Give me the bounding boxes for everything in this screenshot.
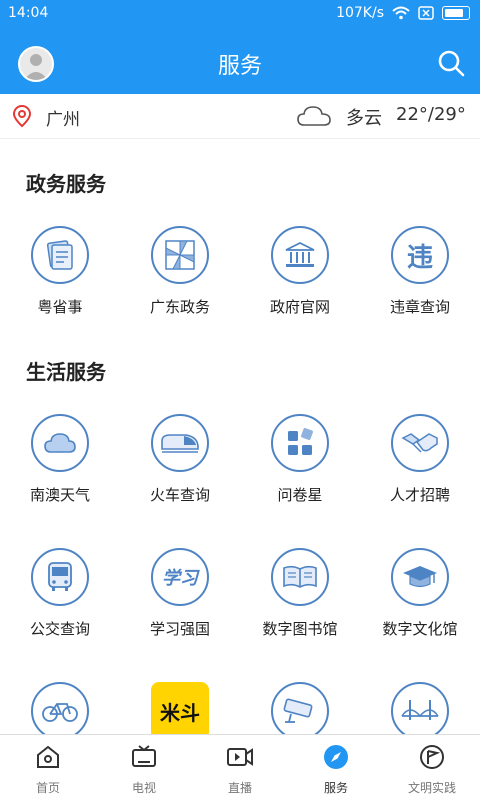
city-name[interactable]: 广州	[46, 105, 80, 130]
bicycle-icon	[31, 682, 89, 734]
government-building-icon	[271, 226, 329, 284]
wifi-icon	[392, 6, 410, 20]
service-label: 公交查询	[29, 620, 90, 638]
service-tile-digital-culture-center[interactable]: 数字文化馆	[360, 548, 480, 639]
home-icon	[37, 745, 59, 768]
service-tile-wenjuanxing[interactable]: 问卷星	[240, 414, 360, 505]
service-tile-recruitment[interactable]: 人才招聘	[360, 414, 480, 505]
service-tile-violation-query[interactable]: 违 违章查询	[360, 226, 480, 317]
service-tile-digital-library[interactable]: 数字图书馆	[240, 548, 360, 639]
section-title-gov: 政务服务	[26, 172, 106, 196]
service-tile-bicycle[interactable]	[0, 682, 120, 734]
cloud-weather-icon	[297, 106, 331, 126]
nav-label: 服务	[323, 781, 348, 795]
service-tile-guangdong-gov[interactable]: 广东政务	[120, 226, 240, 317]
flag-icon	[420, 745, 444, 769]
status-bar: 14:04 107K/s	[0, 0, 480, 28]
search-icon[interactable]	[436, 48, 466, 78]
compass-icon	[324, 745, 348, 769]
bus-icon	[31, 548, 89, 606]
temperature-range: 22°/29°	[396, 104, 466, 125]
service-label: 数字图书馆	[262, 620, 338, 638]
study-logo-icon: 学习	[151, 548, 209, 606]
services-content: 政务服务 粤省事 广东政务 政府官网 违 违章查询 生活服务 南澳天气 火车查询…	[0, 138, 480, 734]
status-time: 14:04	[8, 5, 49, 21]
mi-app-logo-text: 米斗	[160, 700, 200, 725]
bottom-nav: 首页 电视 直播 服务 文明实践	[0, 734, 480, 801]
tv-icon	[132, 745, 156, 767]
location-pin-icon[interactable]	[10, 104, 34, 128]
battery-icon	[442, 6, 470, 20]
nav-label: 直播	[227, 781, 252, 795]
service-tile-nanao-weather[interactable]: 南澳天气	[0, 414, 120, 505]
service-label: 问卷星	[277, 486, 323, 504]
nav-services[interactable]: 服务	[288, 735, 384, 801]
location-weather-bar: 广州 多云 22°/29°	[0, 94, 480, 139]
nav-label: 文明实践	[407, 781, 456, 795]
service-tile-mi-app[interactable]: 米斗	[120, 682, 240, 734]
grid-app-icon	[271, 414, 329, 472]
service-tile-train-query[interactable]: 火车查询	[120, 414, 240, 505]
nav-label: 首页	[35, 781, 60, 795]
violation-char-icon: 违	[391, 226, 449, 284]
nav-live[interactable]: 直播	[192, 735, 288, 801]
service-label: 广东政务	[149, 298, 210, 316]
train-icon	[151, 414, 209, 472]
service-tile-camera[interactable]	[240, 682, 360, 734]
service-tile-bus-query[interactable]: 公交查询	[0, 548, 120, 639]
app-header: 服务	[0, 28, 480, 94]
weather-condition: 多云	[346, 108, 382, 129]
service-tile-bridge[interactable]	[360, 682, 480, 734]
service-label: 粤省事	[37, 298, 83, 316]
service-label: 人才招聘	[389, 486, 450, 504]
service-label: 火车查询	[149, 486, 210, 504]
service-label: 南澳天气	[29, 486, 90, 504]
section-title-life: 生活服务	[26, 360, 106, 384]
graduation-cap-icon	[391, 548, 449, 606]
service-label: 政府官网	[269, 298, 330, 316]
nav-home[interactable]: 首页	[0, 735, 96, 801]
mi-app-icon: 米斗	[151, 682, 209, 734]
service-tile-xuexi-qiangguo[interactable]: 学习 学习强国	[120, 548, 240, 639]
service-label: 数字文化馆	[382, 620, 458, 638]
sim-x-icon	[418, 6, 434, 20]
nav-civilization-practice[interactable]: 文明实践	[384, 735, 480, 801]
pinwheel-icon	[151, 226, 209, 284]
service-tile-gov-website[interactable]: 政府官网	[240, 226, 360, 317]
open-book-icon	[271, 548, 329, 606]
network-speed: 107K/s	[336, 5, 384, 21]
handshake-icon	[391, 414, 449, 472]
nav-tv[interactable]: 电视	[96, 735, 192, 801]
page-title: 服务	[217, 54, 262, 79]
live-video-icon	[227, 748, 253, 766]
camera-icon	[271, 682, 329, 734]
service-tile-yueshengshi[interactable]: 粤省事	[0, 226, 120, 317]
bridge-icon	[391, 682, 449, 734]
document-stack-icon	[31, 226, 89, 284]
nav-label: 电视	[131, 781, 156, 795]
service-label: 违章查询	[389, 298, 450, 316]
status-icons: 107K/s	[336, 5, 470, 21]
service-label: 学习强国	[149, 620, 210, 638]
cloud-icon	[31, 414, 89, 472]
